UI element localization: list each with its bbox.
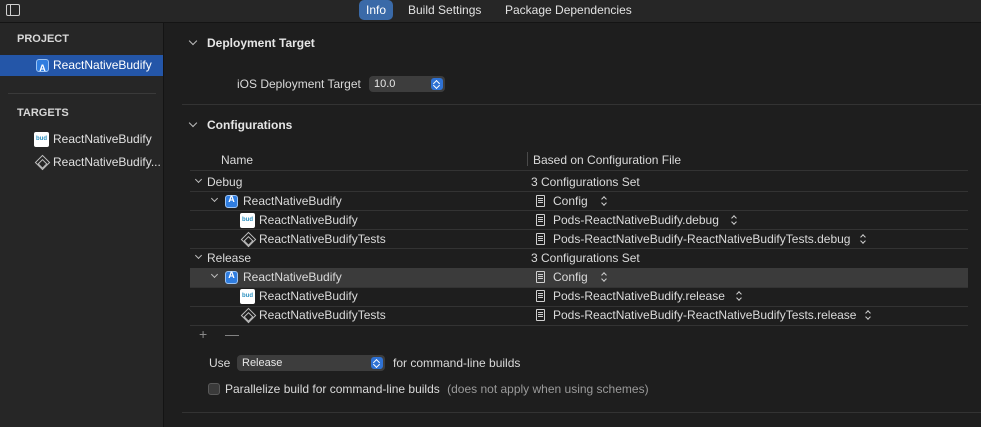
chevron-updown-icon[interactable] xyxy=(736,291,743,301)
section-divider xyxy=(182,412,981,413)
sidebar-item-target-tests[interactable]: ReactNativeBudify... xyxy=(0,152,163,173)
header-divider xyxy=(190,170,968,171)
config-file-value[interactable]: Pods-ReactNativeBudify.release xyxy=(553,289,725,303)
remove-configuration-button[interactable]: — xyxy=(225,326,239,342)
ios-deployment-target-label: iOS Deployment Target xyxy=(237,77,361,91)
use-suffix-label: for command-line builds xyxy=(393,356,521,370)
bud-app-icon: bud xyxy=(240,213,255,228)
sidebar-item-project[interactable]: ReactNativeBudify xyxy=(0,55,163,79)
sidebar-item-label: ReactNativeBudify... xyxy=(53,155,161,169)
parallelize-hint: (does not apply when using schemes) xyxy=(447,382,649,396)
sidebar-toggle-icon[interactable] xyxy=(6,4,20,16)
config-file-icon xyxy=(536,309,545,321)
command-line-config-value: Release xyxy=(242,357,283,369)
config-file-value[interactable]: Pods-ReactNativeBudify.debug xyxy=(553,213,719,227)
config-target-name[interactable]: ReactNativeBudify xyxy=(259,289,358,303)
targets-section-header: TARGETS xyxy=(17,107,69,119)
sidebar-divider xyxy=(8,93,156,94)
ios-deployment-target-value: 10.0 xyxy=(374,78,396,90)
config-file-icon xyxy=(536,290,545,302)
config-file-value[interactable]: Config xyxy=(553,270,588,284)
chevron-updown-icon[interactable] xyxy=(731,215,738,225)
chevron-updown-icon xyxy=(371,357,383,369)
config-file-icon xyxy=(536,214,545,226)
tab-build-settings[interactable]: Build Settings xyxy=(401,0,488,20)
chevron-updown-icon[interactable] xyxy=(865,310,872,320)
project-info-editor: Deployment Target iOS Deployment Target … xyxy=(165,23,981,427)
tab-package-dependencies[interactable]: Package Dependencies xyxy=(498,0,639,20)
chevron-down-icon[interactable] xyxy=(194,175,203,184)
config-file-value[interactable]: Config xyxy=(553,194,588,208)
sidebar-item-label: ReactNativeBudify xyxy=(53,132,152,146)
chevron-down-icon[interactable] xyxy=(210,194,219,203)
parallelize-label: Parallelize build for command-line build… xyxy=(225,382,440,396)
app-project-icon xyxy=(225,270,238,284)
config-file-icon xyxy=(536,195,545,207)
config-target-name[interactable]: ReactNativeBudify xyxy=(259,213,358,227)
section-divider xyxy=(182,104,981,105)
column-divider xyxy=(527,152,528,166)
row-divider xyxy=(190,325,968,326)
command-line-config-popup[interactable]: Release xyxy=(237,355,385,371)
config-file-value[interactable]: Pods-ReactNativeBudify-ReactNativeBudify… xyxy=(553,232,850,246)
column-header-name[interactable]: Name xyxy=(221,153,253,167)
config-project-name[interactable]: ReactNativeBudify xyxy=(243,194,342,208)
config-target-name[interactable]: ReactNativeBudifyTests xyxy=(259,232,386,246)
row-divider xyxy=(190,306,968,307)
config-group-debug[interactable]: Debug xyxy=(207,175,242,189)
sidebar-item-label: ReactNativeBudify xyxy=(53,58,152,72)
deployment-target-heading: Deployment Target xyxy=(207,36,315,50)
row-divider xyxy=(190,248,968,249)
test-target-icon xyxy=(34,154,51,171)
chevron-down-icon[interactable] xyxy=(194,251,203,260)
tab-info[interactable]: Info xyxy=(359,0,394,20)
row-divider xyxy=(190,210,968,211)
use-label: Use xyxy=(209,356,231,370)
chevron-down-icon[interactable] xyxy=(188,36,198,46)
row-divider xyxy=(190,229,968,230)
row-divider xyxy=(190,287,968,288)
config-file-icon xyxy=(536,271,545,283)
parallelize-row: Parallelize build for command-line build… xyxy=(225,382,649,396)
app-project-icon xyxy=(36,58,49,79)
chevron-updown-icon[interactable] xyxy=(860,234,867,244)
app-project-icon xyxy=(225,194,238,208)
bud-app-icon: bud xyxy=(240,289,255,304)
sidebar-item-target-app[interactable]: bud ReactNativeBudify xyxy=(0,129,163,150)
test-target-icon xyxy=(240,231,257,248)
chevron-updown-icon[interactable] xyxy=(601,272,608,282)
chevron-updown-icon xyxy=(431,78,443,90)
test-target-icon xyxy=(240,307,257,324)
config-file-icon xyxy=(536,233,545,245)
row-divider xyxy=(190,191,968,192)
project-section-header: PROJECT xyxy=(17,33,69,45)
config-group-summary: 3 Configurations Set xyxy=(531,175,640,189)
chevron-down-icon[interactable] xyxy=(188,118,198,128)
config-group-release[interactable]: Release xyxy=(207,251,251,265)
configurations-heading: Configurations xyxy=(207,118,293,132)
parallelize-checkbox[interactable] xyxy=(208,383,220,395)
config-group-summary: 3 Configurations Set xyxy=(531,251,640,265)
ios-deployment-target-popup[interactable]: 10.0 xyxy=(369,76,445,92)
editor-toolbar: Info Build Settings Package Dependencies xyxy=(0,0,981,23)
config-target-name[interactable]: ReactNativeBudifyTests xyxy=(259,308,386,322)
bud-app-icon: bud xyxy=(34,132,49,147)
config-project-name[interactable]: ReactNativeBudify xyxy=(243,270,342,284)
add-configuration-button[interactable]: + xyxy=(199,326,207,342)
column-header-based-on[interactable]: Based on Configuration File xyxy=(533,153,681,167)
chevron-updown-icon[interactable] xyxy=(601,196,608,206)
config-file-value[interactable]: Pods-ReactNativeBudify-ReactNativeBudify… xyxy=(553,308,856,322)
project-navigator-sidebar: PROJECT ReactNativeBudify TARGETS bud Re… xyxy=(0,23,164,427)
